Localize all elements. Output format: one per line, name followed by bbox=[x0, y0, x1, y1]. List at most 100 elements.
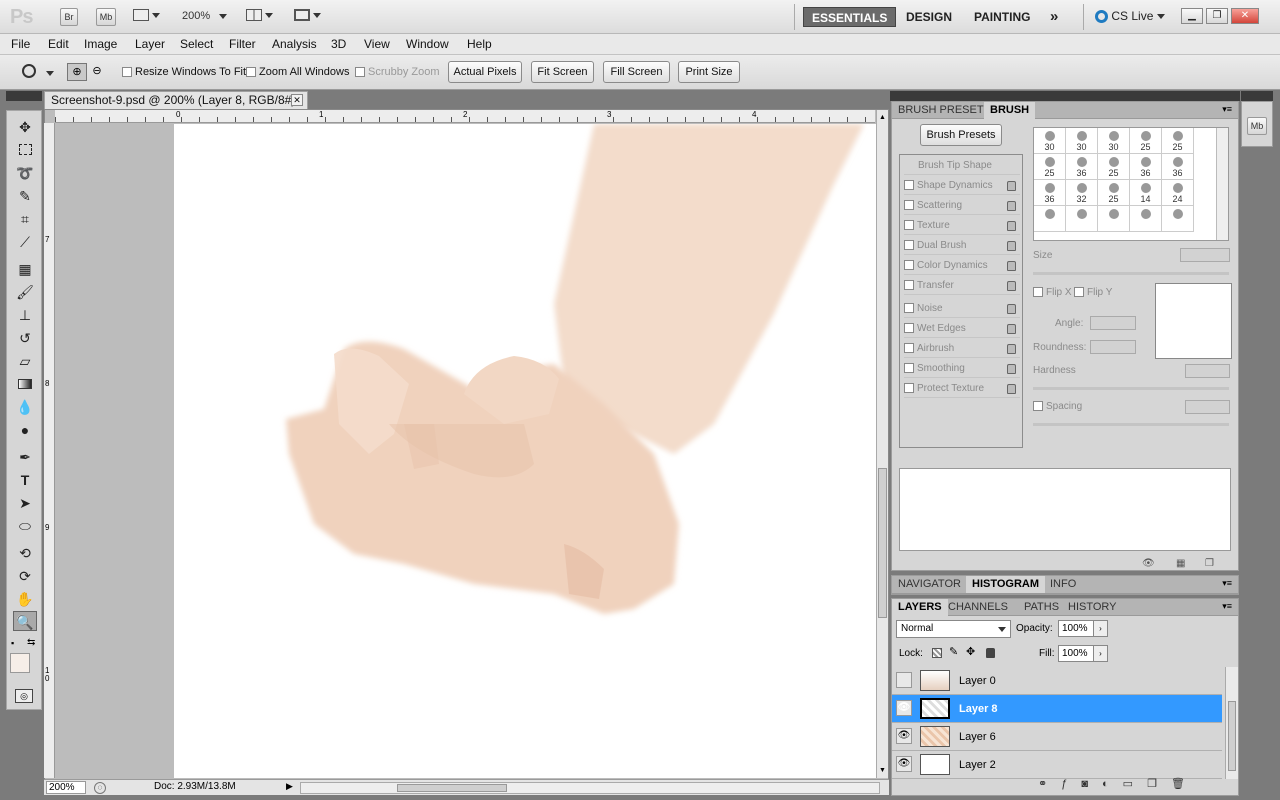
lock-icon[interactable] bbox=[1007, 324, 1016, 334]
scrubby-zoom-checkbox[interactable]: Scrubby Zoom bbox=[355, 66, 440, 78]
angle-field[interactable] bbox=[1090, 316, 1136, 330]
screen-mode-menu[interactable] bbox=[294, 9, 326, 25]
actual-pixels-button[interactable]: Actual Pixels bbox=[448, 61, 522, 83]
brush-tip-grid[interactable]: 30 30 30 25 25 25 36 25 36 36 36 32 25 1… bbox=[1033, 127, 1229, 241]
brush-option-shape-dynamics[interactable]: Shape Dynamics bbox=[904, 177, 1020, 195]
restore-button[interactable]: ❐ bbox=[1206, 8, 1228, 24]
layer-row-layer-2[interactable]: 👁 Layer 2 bbox=[892, 751, 1222, 779]
menu-select[interactable]: Select bbox=[180, 37, 213, 51]
brush-option-scattering[interactable]: Scattering bbox=[904, 197, 1020, 215]
zoom-in-icon[interactable]: ⊕ bbox=[67, 63, 87, 81]
eye-icon[interactable]: 👁 bbox=[896, 728, 912, 744]
mini-bridge-button[interactable]: Mb bbox=[96, 8, 116, 26]
brush-option-protect-texture[interactable]: Protect Texture bbox=[904, 380, 1020, 398]
3d-rotate-tool-icon[interactable]: ⟲ bbox=[13, 543, 37, 563]
brush-tip[interactable]: 30 bbox=[1034, 128, 1066, 154]
more-workspaces-button[interactable]: » bbox=[1042, 7, 1066, 27]
swap-colors-icon[interactable]: ⇆ bbox=[27, 637, 35, 648]
lock-icon[interactable] bbox=[1007, 384, 1016, 394]
spacing-checkbox[interactable]: Spacing bbox=[1033, 401, 1082, 412]
eyedropper-tool-icon[interactable]: ⟋ bbox=[13, 232, 37, 252]
tab-channels[interactable]: CHANNELS bbox=[942, 599, 1014, 616]
status-zoom-field[interactable]: 200% bbox=[46, 781, 86, 794]
menu-analysis[interactable]: Analysis bbox=[272, 37, 317, 51]
menu-file[interactable]: File bbox=[11, 37, 30, 51]
tab-histogram[interactable]: HISTOGRAM bbox=[966, 576, 1046, 593]
gradient-tool-icon[interactable] bbox=[13, 374, 37, 394]
image-canvas[interactable] bbox=[174, 124, 876, 778]
arrange-documents-menu[interactable] bbox=[246, 9, 278, 25]
new-brush-icon[interactable]: ❐ bbox=[1205, 558, 1214, 569]
brush-tip[interactable] bbox=[1034, 206, 1066, 232]
brush-tip[interactable]: 32 bbox=[1066, 180, 1098, 206]
close-button[interactable]: ✕ bbox=[1231, 8, 1259, 24]
brush-tip[interactable] bbox=[1066, 206, 1098, 232]
layers-scroll-thumb[interactable] bbox=[1228, 701, 1236, 771]
horizontal-scrollbar[interactable] bbox=[300, 782, 880, 794]
brush-grid-icon[interactable]: ▦ bbox=[1176, 558, 1185, 569]
layer-mask-icon[interactable]: ◙ bbox=[1081, 778, 1102, 790]
type-tool-icon[interactable]: T bbox=[13, 470, 37, 490]
brush-tip[interactable]: 36 bbox=[1066, 154, 1098, 180]
brush-tip[interactable] bbox=[1130, 206, 1162, 232]
tab-navigator[interactable]: NAVIGATOR bbox=[892, 576, 967, 593]
link-layers-icon[interactable]: ⚭ bbox=[1038, 778, 1061, 790]
zoom-level-menu[interactable]: 200% bbox=[182, 10, 228, 22]
brush-option-color-dynamics[interactable]: Color Dynamics bbox=[904, 257, 1020, 275]
dodge-tool-icon[interactable]: ● bbox=[13, 420, 37, 440]
opacity-slider-icon[interactable]: › bbox=[1093, 620, 1108, 637]
brush-option-noise[interactable]: Noise bbox=[904, 300, 1020, 318]
brush-tip[interactable]: 25 bbox=[1162, 128, 1194, 154]
hand-tool-icon[interactable]: ✋ bbox=[13, 589, 37, 609]
scroll-thumb[interactable] bbox=[878, 468, 887, 618]
default-colors-icon[interactable]: ▪ bbox=[11, 638, 14, 648]
layer-row-layer-0[interactable]: Layer 0 bbox=[892, 667, 1222, 695]
brush-angle-preview[interactable] bbox=[1155, 283, 1232, 359]
menu-help[interactable]: Help bbox=[467, 37, 492, 51]
zoom-all-windows-checkbox[interactable]: Zoom All Windows bbox=[246, 66, 349, 78]
history-brush-tool-icon[interactable]: ↺ bbox=[13, 328, 37, 348]
brush-tip[interactable]: 30 bbox=[1066, 128, 1098, 154]
3d-orbit-tool-icon[interactable]: ⟳ bbox=[13, 566, 37, 586]
tab-paths[interactable]: PATHS bbox=[1018, 599, 1065, 616]
zoom-tool-icon[interactable]: 🔍 bbox=[13, 611, 37, 631]
lock-icon[interactable] bbox=[1007, 261, 1016, 271]
lock-icon[interactable] bbox=[1007, 201, 1016, 211]
brush-tip[interactable]: 36 bbox=[1162, 154, 1194, 180]
size-field[interactable] bbox=[1180, 248, 1230, 262]
cs-live-menu[interactable]: CS Live bbox=[1095, 9, 1165, 24]
tab-brush-presets[interactable]: BRUSH PRESETS bbox=[892, 102, 997, 119]
print-size-button[interactable]: Print Size bbox=[678, 61, 740, 83]
tab-history[interactable]: HISTORY bbox=[1062, 599, 1123, 616]
panel-menu-icon[interactable]: ▾≡ bbox=[1222, 601, 1232, 612]
tab-brush[interactable]: BRUSH bbox=[984, 102, 1036, 119]
brush-option-wet-edges[interactable]: Wet Edges bbox=[904, 320, 1020, 338]
horizontal-scroll-thumb[interactable] bbox=[397, 784, 507, 792]
brush-tip[interactable]: 25 bbox=[1130, 128, 1162, 154]
brush-grid-scrollbar[interactable] bbox=[1216, 128, 1228, 240]
brush-option-dual-brush[interactable]: Dual Brush bbox=[904, 237, 1020, 255]
hardness-slider[interactable] bbox=[1033, 387, 1229, 390]
blur-tool-icon[interactable]: 💧 bbox=[13, 397, 37, 417]
lock-icon[interactable] bbox=[1007, 364, 1016, 374]
lasso-tool-icon[interactable]: ➰ bbox=[13, 163, 37, 183]
brush-option-transfer[interactable]: Transfer bbox=[904, 277, 1020, 295]
menu-3d[interactable]: 3D bbox=[331, 37, 346, 51]
close-document-icon[interactable]: ✕ bbox=[291, 94, 303, 106]
panel-menu-icon[interactable]: ▾≡ bbox=[1222, 104, 1232, 115]
tab-layers[interactable]: LAYERS bbox=[892, 599, 948, 616]
menu-edit[interactable]: Edit bbox=[48, 37, 69, 51]
toggle-live-tip-icon[interactable]: 👁 bbox=[1142, 558, 1155, 569]
tab-info[interactable]: INFO bbox=[1044, 576, 1082, 593]
document-tab[interactable]: Screenshot-9.psd @ 200% (Layer 8, RGB/8#… bbox=[44, 91, 308, 109]
brush-tip[interactable]: 25 bbox=[1034, 154, 1066, 180]
lock-icon[interactable] bbox=[1007, 281, 1016, 291]
marquee-tool-icon[interactable] bbox=[13, 140, 37, 160]
status-info-icon[interactable]: ◌ bbox=[94, 782, 106, 794]
vertical-scrollbar[interactable]: ▲ ▼ bbox=[876, 110, 888, 778]
brush-tool-icon[interactable]: 🖌 bbox=[13, 282, 37, 302]
menu-view[interactable]: View bbox=[364, 37, 390, 51]
menu-filter[interactable]: Filter bbox=[229, 37, 256, 51]
scroll-up-icon[interactable]: ▲ bbox=[879, 114, 886, 121]
brush-presets-button[interactable]: Brush Presets bbox=[920, 124, 1002, 146]
